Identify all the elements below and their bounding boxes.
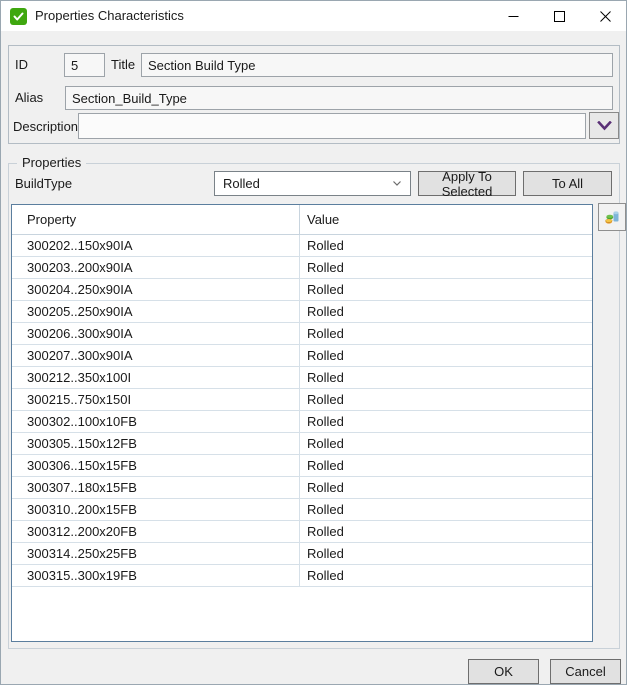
cell-value: Rolled (299, 389, 592, 410)
table-body: 300202..150x90IARolled300203..200x90IARo… (12, 235, 592, 587)
table-row[interactable]: 300315..300x19FBRolled (12, 565, 592, 587)
title-field[interactable] (141, 53, 613, 77)
description-label: Description (13, 119, 78, 134)
combo-chevron-down-icon (392, 180, 402, 187)
maximize-button[interactable] (536, 1, 582, 31)
cell-property: 300215..750x150I (12, 392, 299, 407)
to-all-button[interactable]: To All (523, 171, 612, 196)
description-field[interactable] (78, 113, 586, 139)
cell-value: Rolled (299, 543, 592, 564)
cell-property: 300305..150x12FB (12, 436, 299, 451)
cell-value: Rolled (299, 411, 592, 432)
table-row[interactable]: 300312..200x20FBRolled (12, 521, 592, 543)
properties-table: Property Value 300202..150x90IARolled300… (11, 204, 593, 642)
properties-group-legend: Properties (17, 155, 86, 170)
cell-property: 300203..200x90IA (12, 260, 299, 275)
cancel-button[interactable]: Cancel (550, 659, 621, 684)
alias-field[interactable] (65, 86, 613, 110)
cell-property: 300212..350x100I (12, 370, 299, 385)
cell-value: Rolled (299, 565, 592, 586)
apply-to-selected-button[interactable]: Apply To Selected (418, 171, 516, 196)
cell-property: 300306..150x15FB (12, 458, 299, 473)
close-icon (600, 11, 611, 22)
table-row[interactable]: 300215..750x150IRolled (12, 389, 592, 411)
cell-property: 300307..180x15FB (12, 480, 299, 495)
column-header-value[interactable]: Value (299, 205, 592, 234)
table-row[interactable]: 300206..300x90IARolled (12, 323, 592, 345)
cell-value: Rolled (299, 301, 592, 322)
minimize-icon (508, 11, 519, 22)
cell-value: Rolled (299, 499, 592, 520)
cell-value: Rolled (299, 367, 592, 388)
cell-value: Rolled (299, 345, 592, 366)
cell-value: Rolled (299, 433, 592, 454)
maximize-icon (554, 11, 565, 22)
table-row[interactable]: 300305..150x12FBRolled (12, 433, 592, 455)
ok-button[interactable]: OK (468, 659, 539, 684)
table-row[interactable]: 300207..300x90IARolled (12, 345, 592, 367)
cell-property: 300207..300x90IA (12, 348, 299, 363)
cell-property: 300206..300x90IA (12, 326, 299, 341)
cell-value: Rolled (299, 521, 592, 542)
cell-property: 300314..250x25FB (12, 546, 299, 561)
cell-property: 300202..150x90IA (12, 238, 299, 253)
title-label: Title (111, 57, 135, 72)
table-row[interactable]: 300302..100x10FBRolled (12, 411, 592, 433)
close-button[interactable] (582, 1, 627, 31)
cell-value: Rolled (299, 477, 592, 498)
buildtype-label: BuildType (15, 176, 72, 191)
table-row[interactable]: 300310..200x15FBRolled (12, 499, 592, 521)
description-expand-button[interactable] (589, 112, 619, 139)
cell-property: 300312..200x20FB (12, 524, 299, 539)
table-row[interactable]: 300202..150x90IARolled (12, 235, 592, 257)
cell-value: Rolled (299, 257, 592, 278)
table-row[interactable]: 300203..200x90IARolled (12, 257, 592, 279)
window-title: Properties Characteristics (35, 1, 184, 31)
id-field[interactable] (64, 53, 105, 77)
table-header-row: Property Value (12, 205, 592, 235)
buildtype-selected-value: Rolled (223, 176, 392, 191)
cell-value: Rolled (299, 323, 592, 344)
table-row[interactable]: 300204..250x90IARolled (12, 279, 592, 301)
chevron-down-icon (597, 121, 612, 131)
table-row[interactable]: 300212..350x100IRolled (12, 367, 592, 389)
cell-property: 300204..250x90IA (12, 282, 299, 297)
buildtype-dropdown[interactable]: Rolled (214, 171, 411, 196)
app-checkmark-icon (10, 8, 27, 25)
colored-cylinders-icon (604, 209, 621, 226)
table-row[interactable]: 300314..250x25FBRolled (12, 543, 592, 565)
cell-property: 300310..200x15FB (12, 502, 299, 517)
id-label: ID (15, 57, 28, 72)
minimize-button[interactable] (490, 1, 536, 31)
titlebar: Properties Characteristics (1, 1, 626, 31)
cell-value: Rolled (299, 235, 592, 256)
properties-characteristics-dialog: Properties Characteristics ID Title Alia… (0, 0, 627, 685)
table-row[interactable]: 300306..150x15FBRolled (12, 455, 592, 477)
cell-value: Rolled (299, 455, 592, 476)
statistics-tool-button[interactable] (598, 203, 626, 231)
column-header-property[interactable]: Property (12, 212, 299, 227)
cell-property: 300302..100x10FB (12, 414, 299, 429)
cell-property: 300205..250x90IA (12, 304, 299, 319)
alias-label: Alias (15, 90, 43, 105)
cell-value: Rolled (299, 279, 592, 300)
cell-property: 300315..300x19FB (12, 568, 299, 583)
table-row[interactable]: 300307..180x15FBRolled (12, 477, 592, 499)
table-row[interactable]: 300205..250x90IARolled (12, 301, 592, 323)
